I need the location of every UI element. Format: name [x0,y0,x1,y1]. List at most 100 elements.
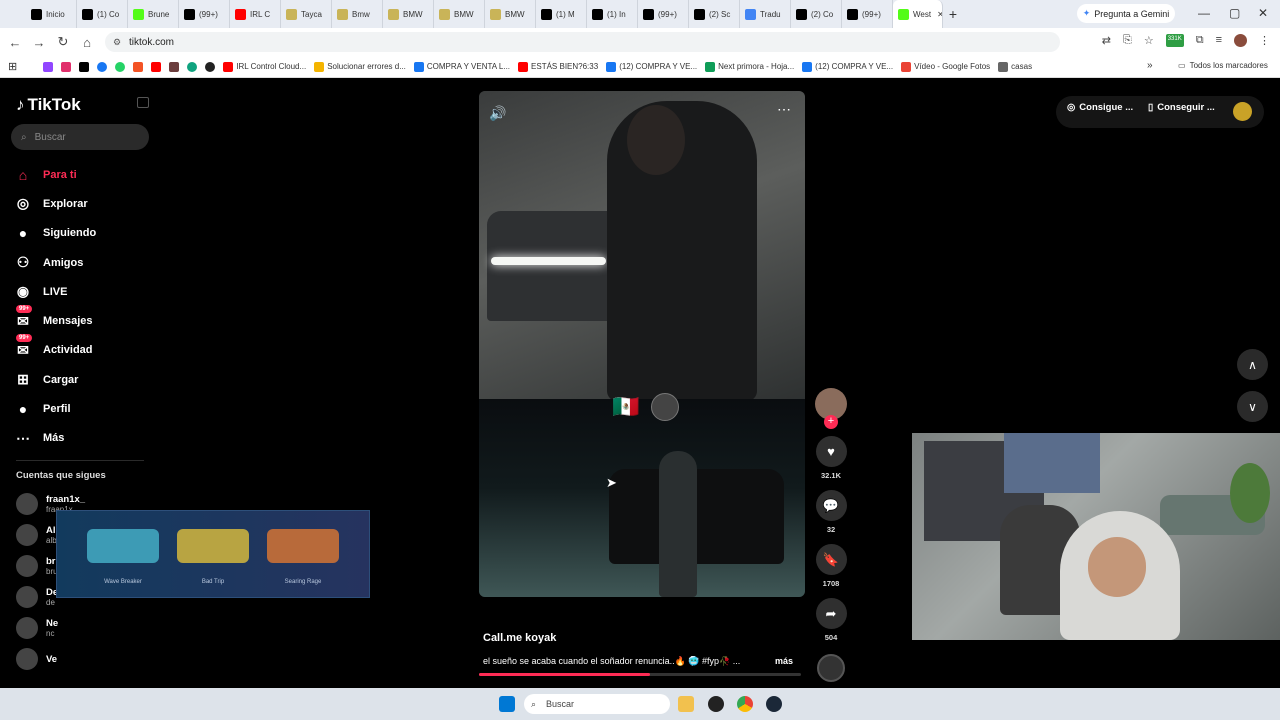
browser-tab[interactable]: Brune [128,0,179,28]
previous-video-button[interactable]: ∧ [1237,349,1268,380]
youtube-bm-icon[interactable] [151,61,162,72]
more-link[interactable]: más [775,656,793,666]
browser-tab[interactable]: West✕ [893,0,943,28]
bookmark-item[interactable]: casas [998,61,1032,72]
sidebar-item-perfil[interactable]: ● Perfil [14,394,154,423]
browser-tab[interactable]: (99+) [179,0,230,28]
browser-tab[interactable]: BMW [485,0,536,28]
bookmark-item[interactable]: COMPRA Y VENTA L... [413,61,510,72]
sidebar-item-siguiendo[interactable]: ● Siguiendo [14,219,154,248]
instagram-bm-icon[interactable] [61,61,72,72]
music-disc[interactable] [817,654,845,682]
browser-tab[interactable]: (99+) [842,0,893,28]
collapse-sidebar-button[interactable] [137,97,149,108]
extensions-icon[interactable]: ⧉ [1196,34,1204,47]
browser-tab[interactable]: Tradu [740,0,791,28]
home-browser-icon[interactable]: ⌂ [75,35,99,50]
windows-start-icon[interactable] [499,696,515,712]
sidebar-item-mensajes[interactable]: ✉ 99+ Mensajes [14,305,154,335]
sidebar-item-live[interactable]: ◉ LIVE [14,277,154,306]
bookmark-item[interactable]: IRL Control Cloud... [223,61,306,72]
account-username: nc [46,629,55,638]
volume-icon[interactable]: 🔊 [489,105,506,122]
file-explorer-icon[interactable] [678,696,694,712]
sidebar-item-explorar[interactable]: ◎ Explorar [14,189,154,218]
video-progress[interactable] [479,673,801,676]
site-info-icon[interactable]: ⚙ [113,37,121,48]
taskbar-search[interactable]: ⌕ Buscar [524,694,670,714]
comment-button[interactable]: 💬 [815,490,847,521]
close-window-icon[interactable]: ✕ [1258,6,1268,20]
bookmark-item[interactable]: (12) COMPRA Y VE... [606,61,697,72]
game-bm-icon[interactable] [169,61,180,72]
facebook-bm-icon[interactable] [97,61,108,72]
new-tab-button[interactable]: + [943,6,963,22]
bookmark-item[interactable]: Solucionar errores d... [314,61,406,72]
video-author[interactable]: Call.me koyak [483,632,556,644]
profile-coin-avatar[interactable] [1233,102,1252,121]
bookmark-item[interactable]: (12) COMPRA Y VE... [802,61,893,72]
chrome-icon[interactable] [737,696,753,712]
media-icon[interactable]: ≡ [1216,34,1222,47]
steam-icon[interactable] [766,696,782,712]
bookmark-item[interactable]: Next primora - Hoja... [705,61,794,72]
chatgpt-bm-icon[interactable] [187,61,198,72]
browser-tab[interactable]: (1) In [587,0,638,28]
menu-icon[interactable]: ⋮ [1259,34,1270,47]
reload-icon[interactable]: ↻ [51,34,75,50]
share-button[interactable]: ➦ [815,598,847,629]
sidebar-item-para-ti[interactable]: ⌂ Para ti [14,160,154,189]
browser-tab[interactable]: (2) Sc [689,0,740,28]
followed-account[interactable]: Ne nc [16,617,58,639]
next-video-button[interactable]: ∨ [1237,391,1268,422]
maximize-icon[interactable]: ▢ [1229,6,1240,20]
translate-icon[interactable]: ⇄ [1102,34,1111,47]
browser-tab[interactable]: Inicio [26,0,77,28]
followed-account[interactable]: Ve [16,648,57,670]
browser-tab[interactable]: (1) M [536,0,587,28]
browser-tab[interactable]: (1) Co [77,0,128,28]
search-input[interactable]: ⌕ Buscar [11,124,149,150]
browser-tab[interactable]: BMW [434,0,485,28]
profile-avatar[interactable] [1234,34,1247,47]
browser-tab[interactable]: (2) Co [791,0,842,28]
twitch-bm-icon[interactable] [43,61,54,72]
creator-avatar[interactable]: + [815,388,847,429]
browser-tab[interactable]: IRL C [230,0,281,28]
browser-tab[interactable]: Bmw [332,0,383,28]
followed-account[interactable]: De de [16,586,58,608]
x-bm-icon[interactable] [79,61,90,72]
bookmark-star-icon[interactable]: ☆ [1144,34,1154,47]
whatsapp-bm-icon[interactable] [115,61,126,72]
video-options-icon[interactable]: ⋯ [777,101,791,118]
sidebar-item-cargar[interactable]: ⊞ Cargar [14,365,154,394]
back-icon[interactable]: ← [3,35,27,50]
browser-tab[interactable]: (99+) [638,0,689,28]
video-player[interactable]: 🇲🇽 🔊 ⋯ [479,91,805,597]
apps-icon[interactable]: ⊞ [8,60,17,73]
sidebar-item-actividad[interactable]: ✉ 99+ Actividad [14,334,154,365]
forward-icon[interactable]: → [27,35,51,50]
like-button[interactable]: ♥ [815,436,847,467]
github-bm-icon[interactable] [205,61,216,72]
sidebar-item-amigos[interactable]: ⚇ Amigos [14,248,154,277]
bookmark-item[interactable]: ESTÁS BIEN?6:33 [518,61,598,72]
browser-tab[interactable]: Tayca [281,0,332,28]
sidebar-item-más[interactable]: ⋯ Más [14,424,154,453]
all-bookmarks-folder[interactable]: ▭ Todos los marcadores [1178,61,1268,70]
follow-plus-icon[interactable]: + [824,415,838,429]
save-button[interactable]: 🔖 [815,544,847,575]
get-app-button[interactable]: ▯ Conseguir ... [1148,102,1215,113]
app-icon[interactable] [708,696,724,712]
install-icon[interactable]: ⎘ [1123,34,1132,47]
tiktok-logo[interactable]: ♪ TikTok [16,95,81,115]
url-field[interactable]: ⚙ tiktok.com [105,32,1060,52]
microsoft-bm-icon[interactable] [133,61,144,72]
bookmark-item[interactable]: Vídeo - Google Fotos [901,61,990,72]
minimize-icon[interactable]: — [1198,6,1210,20]
bookmarks-overflow-icon[interactable]: » [1147,60,1153,71]
gemini-button[interactable]: ✦ Pregunta a Gemini [1077,4,1175,23]
get-coins-button[interactable]: ◎ Consigue ... [1067,102,1133,113]
extension-badge[interactable]: 331K [1165,34,1184,47]
browser-tab[interactable]: BMW [383,0,434,28]
